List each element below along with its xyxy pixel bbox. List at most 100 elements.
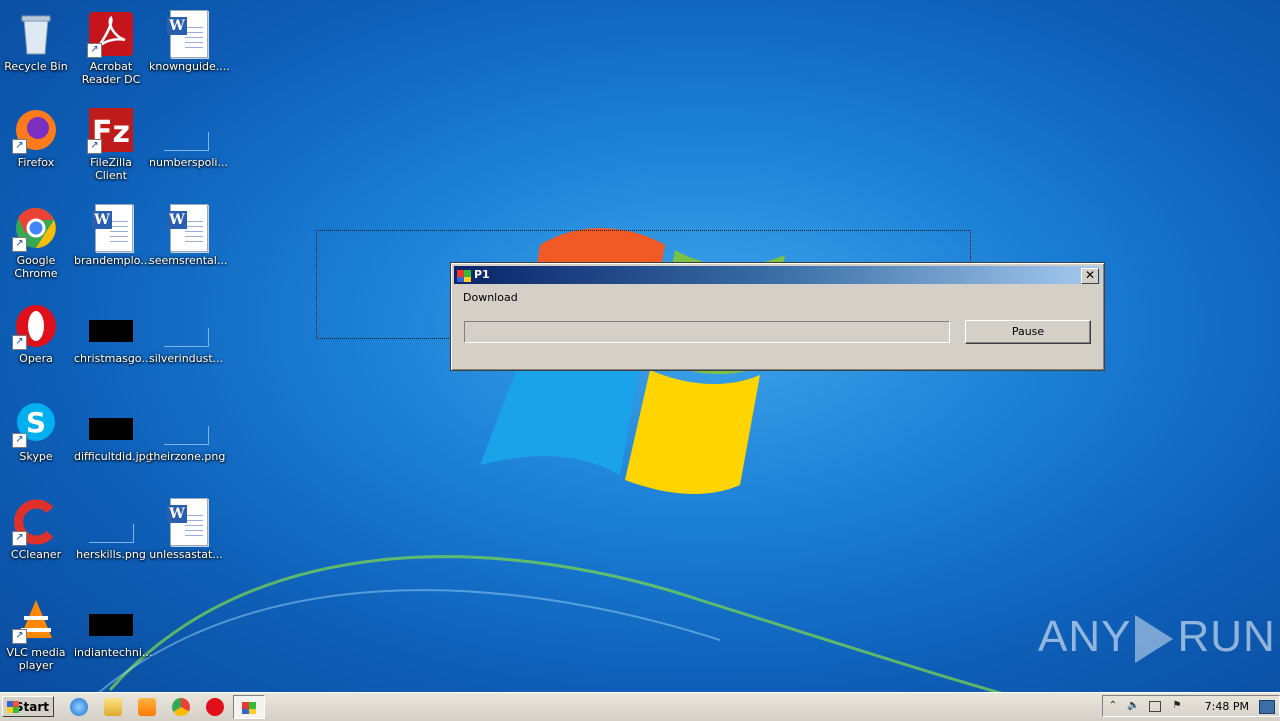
icon-label: knownguide.... — [149, 60, 230, 73]
desktop-icon-brandemplo[interactable]: W brandemplo... — [73, 200, 151, 286]
dialog-title: P1 — [474, 268, 490, 281]
download-label: Download — [463, 291, 518, 304]
blank-file-icon — [87, 498, 135, 546]
desktop-icon-difficultdid[interactable]: difficultdid.jpg — [73, 396, 153, 482]
show-desktop-button[interactable] — [1259, 700, 1275, 714]
desktop-icon-unlessastat[interactable]: W unlessastat... — [148, 494, 224, 580]
action-center-flag-icon[interactable]: ⚑ — [1171, 700, 1183, 712]
word-doc-icon: W — [162, 204, 210, 252]
icon-label: CCleaner — [10, 548, 62, 561]
p1-app-icon — [242, 702, 256, 714]
media-player-icon[interactable] — [138, 698, 156, 716]
desktop-icon-ccleaner[interactable]: ↗ CCleaner — [0, 494, 74, 580]
download-progress-bar — [464, 321, 950, 343]
shortcut-arrow-icon: ↗ — [87, 43, 102, 58]
desktop-icon-opera[interactable]: ↗ Opera — [0, 298, 74, 384]
p1-download-dialog[interactable]: P1 ✕ Download Pause — [450, 262, 1105, 371]
close-icon: ✕ — [1084, 268, 1096, 282]
icon-label: Firefox — [17, 156, 55, 169]
icon-label: indiantechni... — [74, 646, 153, 659]
desktop-icon-google-chrome[interactable]: ↗ Google Chrome — [0, 200, 74, 286]
firefox-icon: ↗ — [12, 106, 60, 154]
icon-label: Recycle Bin — [4, 60, 68, 73]
chrome-icon[interactable] — [172, 698, 190, 716]
shortcut-arrow-icon: ↗ — [12, 237, 27, 252]
windows-flag-icon — [7, 701, 19, 713]
watermark-left-text: ANY — [1038, 612, 1132, 661]
shortcut-arrow-icon: ↗ — [12, 531, 27, 546]
icon-label: christmasgo... — [74, 352, 152, 365]
icon-label: Acrobat Reader DC — [81, 60, 141, 86]
icon-label: herskills.png — [76, 548, 146, 561]
black-image-icon — [87, 596, 135, 644]
desktop-icon-knownguide[interactable]: W knownguide.... — [148, 6, 230, 92]
blank-file-icon — [162, 106, 210, 154]
desktop-icon-acrobat[interactable]: ↗ Acrobat Reader DC — [73, 6, 149, 92]
dialog-title-bar[interactable]: P1 ✕ — [454, 266, 1101, 284]
word-doc-icon: W — [162, 10, 210, 58]
desktop-icon-herskills[interactable]: herskills.png — [73, 494, 149, 580]
clock[interactable]: 7:48 PM — [1205, 700, 1249, 713]
ccleaner-icon: ↗ — [12, 498, 60, 546]
system-tray: ⌃ 🔈 ⚑ 7:48 PM — [1102, 695, 1280, 717]
internet-explorer-icon[interactable] — [70, 698, 88, 716]
icon-label: unlessastat... — [149, 548, 223, 561]
icon-label: Skype — [19, 450, 53, 463]
black-image-icon — [87, 302, 135, 350]
start-button[interactable]: Start — [2, 696, 54, 717]
desktop-icon-seemsrental[interactable]: W seemsrental... — [148, 200, 228, 286]
desktop-icon-skype[interactable]: S ↗ Skype — [0, 396, 74, 482]
blank-file-icon — [162, 400, 210, 448]
play-icon — [1135, 615, 1174, 664]
word-doc-icon: W — [87, 204, 135, 252]
recycle-bin-icon — [12, 10, 60, 58]
close-button[interactable]: ✕ — [1081, 268, 1099, 284]
icon-label: Google Chrome — [14, 254, 58, 280]
svg-text:S: S — [26, 406, 46, 439]
icon-label: seemsrental... — [149, 254, 228, 267]
shortcut-arrow-icon: ↗ — [87, 139, 102, 154]
skype-icon: S ↗ — [12, 400, 60, 448]
desktop-icon-christmasgo[interactable]: christmasgo... — [73, 298, 152, 384]
desktop-icon-numberspoli[interactable]: numberspoli... — [148, 102, 228, 188]
icon-label: theirzone.png — [149, 450, 226, 463]
word-doc-icon: W — [162, 498, 210, 546]
anyrun-watermark: ANY RUN — [1038, 612, 1276, 664]
desktop-icon-firefox[interactable]: ↗ Firefox — [0, 102, 74, 188]
watermark-right-text: RUN — [1177, 612, 1276, 661]
shortcut-arrow-icon: ↗ — [12, 629, 27, 644]
taskbar: Start ⌃ 🔈 ⚑ 7:48 PM — [0, 692, 1280, 721]
icon-label: difficultdid.jpg — [74, 450, 153, 463]
icon-label: numberspoli... — [149, 156, 228, 169]
icon-label: Opera — [19, 352, 53, 365]
vlc-icon: ↗ — [12, 596, 60, 644]
volume-icon[interactable]: 🔈 — [1127, 700, 1139, 712]
network-icon[interactable] — [1149, 701, 1161, 712]
shortcut-arrow-icon: ↗ — [12, 139, 27, 154]
icon-label: FileZilla Client — [90, 156, 132, 182]
show-hidden-icons-icon[interactable]: ⌃ — [1107, 700, 1119, 712]
acrobat-icon: ↗ — [87, 10, 135, 58]
taskbar-item-p1[interactable] — [233, 695, 265, 719]
desktop-icon-recycle-bin[interactable]: Recycle Bin — [0, 6, 74, 92]
icon-label: silverindust... — [149, 352, 224, 365]
shortcut-arrow-icon: ↗ — [12, 335, 27, 350]
black-image-icon — [87, 400, 135, 448]
blank-file-icon — [162, 302, 210, 350]
opera-icon: ↗ — [12, 302, 60, 350]
desktop-icon-vlc[interactable]: ↗ VLC media player — [0, 592, 74, 678]
icon-label: VLC media player — [6, 646, 66, 672]
shortcut-arrow-icon: ↗ — [12, 433, 27, 448]
desktop-icon-silverindust[interactable]: silverindust... — [148, 298, 224, 384]
icon-label: brandemplo... — [74, 254, 151, 267]
start-label: Start — [14, 700, 49, 714]
explorer-folder-icon[interactable] — [104, 698, 122, 716]
pause-button[interactable]: Pause — [965, 320, 1091, 344]
p1-app-icon — [457, 270, 471, 282]
filezilla-icon: Fz ↗ — [87, 106, 135, 154]
desktop-icon-theirzone[interactable]: theirzone.png — [148, 396, 226, 482]
desktop-icon-indiantechni[interactable]: indiantechni... — [73, 592, 153, 678]
opera-icon[interactable] — [206, 698, 224, 716]
chrome-icon: ↗ — [12, 204, 60, 252]
desktop-icon-filezilla[interactable]: Fz ↗ FileZilla Client — [73, 102, 149, 188]
